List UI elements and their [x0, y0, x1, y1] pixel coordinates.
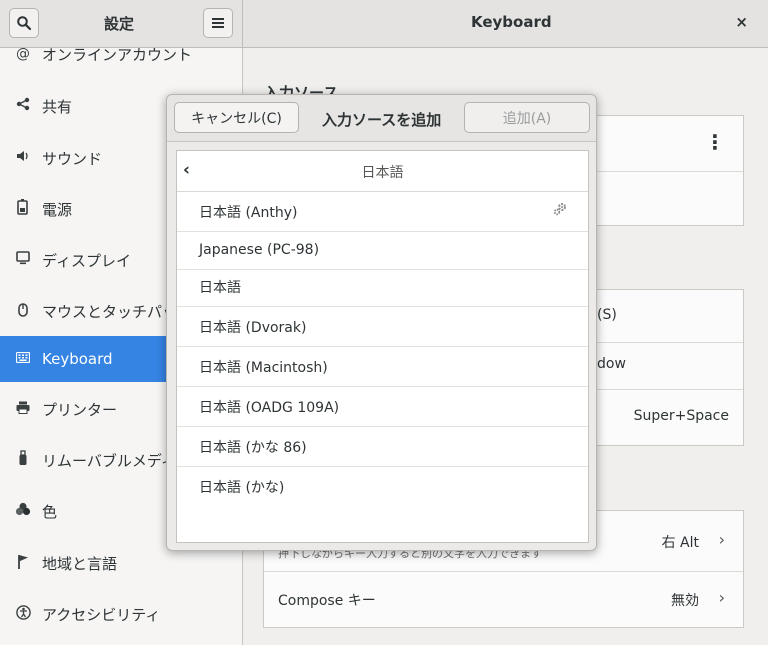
sidebar-header: 設定 — [0, 0, 243, 47]
list-item[interactable]: 日本語 (Macintosh) — [177, 347, 588, 387]
list-item[interactable]: 日本語 — [177, 267, 588, 307]
input-source-list: ‹ 日本語 日本語 (Anthy) Japanese (PC-98) 日本語 日… — [176, 150, 589, 543]
list-item-label: 日本語 — [199, 279, 241, 296]
sidebar-item-label: ディスプレイ — [42, 251, 131, 270]
sidebar-item-label: オンラインアカウント — [42, 48, 193, 64]
chevron-right-icon: › — [718, 530, 725, 549]
cancel-button[interactable]: キャンセル(C) — [174, 102, 299, 133]
switch-option-suffix: (S) — [597, 307, 617, 323]
settings-gears-icon[interactable] — [552, 201, 568, 221]
sidebar-item-accessibility[interactable]: アクセシビリティ — [0, 591, 242, 637]
settings-window: 設定 Keyboard × @ オンラインアカウント 共有 サウンド 電源 ディ… — [0, 0, 768, 645]
search-button[interactable] — [9, 8, 39, 38]
compose-key-label: Compose キー — [278, 593, 376, 609]
list-item-label: 日本語 (OADG 109A) — [199, 399, 340, 416]
compose-key-value: 無効 — [671, 593, 699, 609]
printer-icon — [15, 401, 31, 418]
speaker-icon — [15, 150, 31, 166]
close-icon[interactable]: × — [735, 13, 748, 31]
sidebar-item-label: 地域と言語 — [42, 554, 118, 573]
header-bar: 設定 Keyboard × — [0, 0, 768, 48]
list-item[interactable]: 日本語 (Anthy) — [177, 192, 588, 232]
color-icon — [15, 502, 31, 520]
display-icon — [15, 251, 31, 269]
list-item[interactable]: 日本語 (かな) — [177, 467, 588, 507]
keyboard-icon — [15, 351, 31, 367]
settings-title: 設定 — [104, 15, 135, 33]
page-title: Keyboard — [471, 13, 552, 31]
share-icon — [15, 97, 31, 115]
sidebar-item-label: Keyboard — [42, 350, 113, 368]
sidebar-item-online-accounts[interactable]: @ オンラインアカウント — [0, 48, 242, 77]
list-header-title: 日本語 — [361, 165, 404, 181]
sidebar-item-label: アクセシビリティ — [42, 605, 161, 624]
sidebar-item-label: プリンター — [42, 400, 118, 419]
list-item-label: 日本語 (Anthy) — [199, 204, 298, 221]
list-item[interactable]: 日本語 (OADG 109A) — [177, 387, 588, 427]
hamburger-menu-icon — [212, 18, 224, 28]
more-options-icon[interactable]: ⋮ — [705, 130, 725, 154]
list-header: ‹ 日本語 — [177, 151, 588, 192]
list-item-label: Japanese (PC-98) — [199, 241, 320, 258]
search-icon — [17, 16, 32, 31]
mouse-icon — [15, 301, 31, 321]
sidebar-item-label: サウンド — [42, 149, 103, 168]
list-item[interactable]: Japanese (PC-98) — [177, 230, 588, 270]
compose-key-row[interactable]: Compose キー 無効 › — [264, 572, 743, 627]
list-item-label: 日本語 (Macintosh) — [199, 359, 328, 376]
list-item-label: 日本語 (かな) — [199, 480, 285, 496]
switch-shortcut-value: Super+Space — [633, 408, 729, 424]
list-item[interactable]: 日本語 (Dvorak) — [177, 307, 588, 347]
list-item[interactable]: 日本語 (かな 86) — [177, 427, 588, 467]
per-window-option-suffix: dow — [597, 356, 626, 372]
sidebar-item-label: 電源 — [42, 200, 73, 219]
usb-drive-icon — [15, 450, 31, 470]
dialog-title: 入力ソースを追加 — [322, 111, 442, 129]
at-icon: @ — [16, 48, 30, 62]
battery-icon — [15, 199, 31, 219]
list-item-label: 日本語 (かな 86) — [199, 439, 307, 456]
chevron-right-icon: › — [718, 588, 725, 607]
add-button[interactable]: 追加(A) — [464, 102, 590, 133]
alternate-chars-value: 右 Alt — [661, 535, 699, 551]
menu-button[interactable] — [203, 8, 233, 38]
sidebar-item-label: 共有 — [42, 97, 73, 116]
flag-icon — [15, 554, 31, 573]
sidebar-item-label: 色 — [42, 502, 58, 521]
list-item-label: 日本語 (Dvorak) — [199, 319, 307, 336]
dialog-header: キャンセル(C) 入力ソースを追加 追加(A) — [167, 95, 596, 142]
add-input-source-dialog: キャンセル(C) 入力ソースを追加 追加(A) ‹ 日本語 日本語 (Anthy… — [166, 94, 597, 551]
accessibility-icon — [15, 604, 31, 624]
